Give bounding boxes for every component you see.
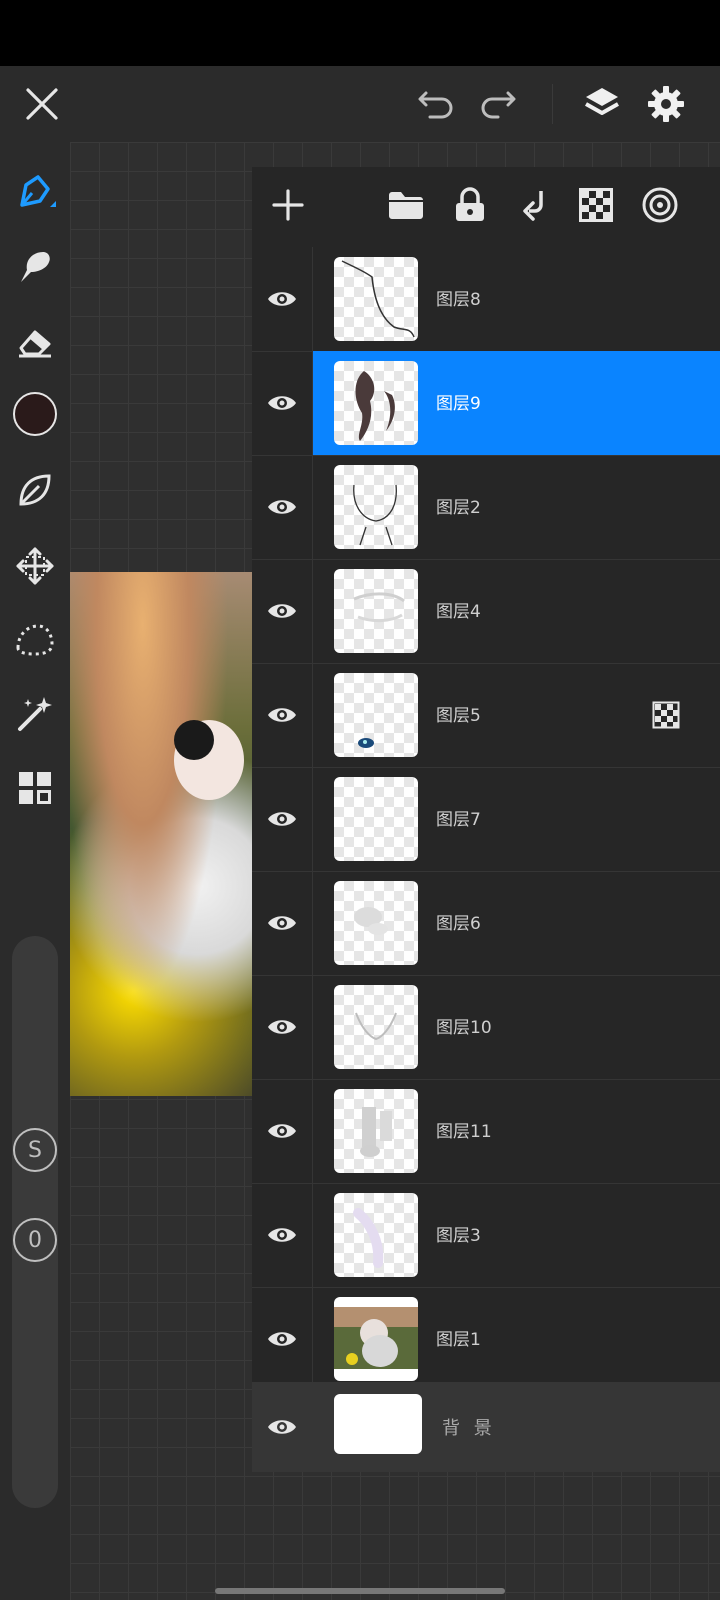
move-icon[interactable] xyxy=(11,542,59,590)
layer-thumbnail xyxy=(334,673,418,757)
color-swatch[interactable] xyxy=(11,390,59,438)
layer-thumbnail xyxy=(334,1089,418,1173)
background-layer-row[interactable]: 背 景 xyxy=(252,1382,720,1472)
redo-icon[interactable] xyxy=(474,80,522,128)
layer-row-5[interactable]: 图层5 xyxy=(252,663,720,768)
layer-thumbnail xyxy=(334,985,418,1069)
magic-wand-icon[interactable] xyxy=(11,690,59,738)
layer-row-9[interactable]: 图层9 xyxy=(252,351,720,456)
pen-icon[interactable] xyxy=(11,168,59,216)
layer-row-11[interactable]: 图层11 xyxy=(252,1079,720,1184)
lock-icon[interactable] xyxy=(446,181,494,229)
leaf-icon[interactable] xyxy=(11,466,59,514)
checker-icon[interactable] xyxy=(572,181,620,229)
layer-name: 图层11 xyxy=(436,1122,492,1142)
layer-row-8[interactable]: 图层8 xyxy=(252,247,720,352)
layer-name: 图层3 xyxy=(436,1226,481,1246)
background-thumbnail xyxy=(334,1394,422,1454)
layer-row-3[interactable]: 图层3 xyxy=(252,1183,720,1288)
layer-row-10[interactable]: 图层10 xyxy=(252,975,720,1080)
layer-name: 图层1 xyxy=(436,1330,481,1350)
eraser-icon[interactable] xyxy=(11,318,59,366)
layers-toolbar xyxy=(252,167,720,247)
top-toolbar xyxy=(0,66,720,142)
gear-icon[interactable] xyxy=(642,80,690,128)
layer-thumbnail xyxy=(334,1297,418,1381)
lasso-icon[interactable] xyxy=(11,616,59,664)
eye-icon[interactable] xyxy=(252,351,313,455)
layer-thumbnail xyxy=(334,465,418,549)
eye-icon[interactable] xyxy=(252,1287,313,1391)
left-toolbar: S 0 xyxy=(0,142,70,1600)
plus-icon[interactable] xyxy=(264,181,312,229)
eye-icon[interactable] xyxy=(252,247,313,351)
alpha-lock-icon[interactable] xyxy=(652,701,680,729)
layer-name: 图层8 xyxy=(436,290,481,310)
eye-icon[interactable] xyxy=(252,767,313,871)
status-bar xyxy=(0,0,720,66)
size-slider-label[interactable]: S xyxy=(13,1128,57,1172)
eye-icon[interactable] xyxy=(252,1079,313,1183)
layer-name: 图层2 xyxy=(436,498,481,518)
toolbar-divider xyxy=(552,84,553,124)
layer-thumbnail xyxy=(334,569,418,653)
layer-thumbnail xyxy=(334,881,418,965)
layers-panel: 图层8 图层9 图层2 图层4 图层5 图层7 图层6 图层10 图层11 图层… xyxy=(252,167,720,1472)
smudge-icon[interactable] xyxy=(11,242,59,290)
art-figure-hair xyxy=(174,720,214,760)
layer-row-7[interactable]: 图层7 xyxy=(252,767,720,872)
eye-icon[interactable] xyxy=(252,975,313,1079)
layer-name: 图层9 xyxy=(436,394,481,414)
folder-icon[interactable] xyxy=(382,181,430,229)
layer-name: 图层7 xyxy=(436,810,481,830)
layer-thumbnail xyxy=(334,361,418,445)
layer-thumbnail xyxy=(334,257,418,341)
target-icon[interactable] xyxy=(636,181,684,229)
layer-name: 图层4 xyxy=(436,602,481,622)
eye-icon[interactable] xyxy=(252,663,313,767)
eye-icon[interactable] xyxy=(252,455,313,559)
canvas-artwork[interactable] xyxy=(70,572,252,1096)
eye-icon[interactable] xyxy=(252,1183,313,1287)
layer-row-4[interactable]: 图层4 xyxy=(252,559,720,664)
close-icon[interactable] xyxy=(18,80,66,128)
layers-icon[interactable] xyxy=(578,80,626,128)
eye-icon[interactable] xyxy=(252,1382,312,1472)
layer-row-6[interactable]: 图层6 xyxy=(252,871,720,976)
eye-icon[interactable] xyxy=(252,871,313,975)
layer-row-1[interactable]: 图层1 xyxy=(252,1287,720,1392)
eye-icon[interactable] xyxy=(252,559,313,663)
opacity-slider-label[interactable]: 0 xyxy=(13,1218,57,1262)
background-layer-name: 背 景 xyxy=(442,1418,496,1439)
undo-icon[interactable] xyxy=(412,80,460,128)
layer-thumbnail xyxy=(334,777,418,861)
layer-thumbnail xyxy=(334,1193,418,1277)
home-indicator[interactable] xyxy=(215,1588,505,1594)
layer-name: 图层5 xyxy=(436,706,481,726)
grid-icon[interactable] xyxy=(11,764,59,812)
layer-row-2[interactable]: 图层2 xyxy=(252,455,720,560)
layer-name: 图层10 xyxy=(436,1018,492,1038)
merge-down-icon[interactable] xyxy=(510,181,558,229)
layer-name: 图层6 xyxy=(436,914,481,934)
